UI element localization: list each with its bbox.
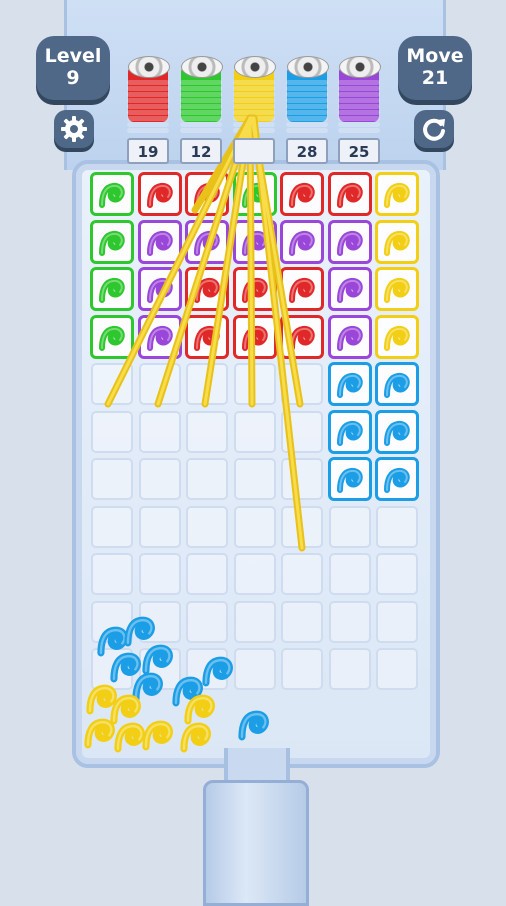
grid-cell [186,600,228,643]
grid-cell [91,505,133,548]
yarn-tile-blue[interactable] [327,409,372,454]
yarn-tile-purple[interactable] [137,219,182,264]
yarn-tile-red[interactable] [185,314,229,359]
yarn-tile-yellow[interactable] [375,172,419,216]
grid-cell [186,505,228,548]
yarn-tile-green[interactable] [90,172,134,216]
yarn-tile-yellow[interactable] [375,314,419,359]
grid-cell [91,458,133,500]
spool-count-blue: 28 [286,138,328,164]
spool-count-red: 19 [127,138,169,164]
move-value: 21 [421,67,449,89]
grid-cell [376,505,418,548]
yarn-tile-blue[interactable] [327,457,372,501]
yarn-tile-red[interactable] [327,172,372,216]
yarn-tile-green[interactable] [90,267,134,311]
yarn-tile-red[interactable] [232,267,277,311]
grid-cell [233,505,276,548]
grid-cell [186,553,228,595]
fallen-yarn-blue [200,652,238,690]
grid-cell [91,363,133,405]
move-counter: Move 21 [398,36,472,100]
yarn-tile-green[interactable] [90,314,134,359]
spool-count-green: 12 [180,138,222,164]
grid-cell [281,458,323,500]
grid-cell [138,505,181,548]
grid-cell [281,553,323,595]
grid-cell [281,410,323,453]
yarn-tile-red[interactable] [280,314,324,359]
grid-cell [281,600,323,643]
fallen-yarn-yellow [178,718,216,756]
yarn-tile-purple[interactable] [280,219,324,264]
grid-cell [376,648,418,690]
grid-cell [186,363,228,405]
yarn-tile-red[interactable] [280,172,324,216]
drain-tube [203,780,309,906]
yarn-tile-purple[interactable] [327,219,372,264]
grid-cell [281,363,323,405]
yarn-tile-blue[interactable] [327,362,372,406]
grid-cell [233,648,276,690]
grid-cell [376,553,418,595]
grid-cell [328,648,371,690]
yarn-tile-red[interactable] [185,172,229,216]
grid-cell [233,553,276,595]
yarn-tile-purple[interactable] [137,314,182,359]
grid-cell [328,505,371,548]
yarn-tile-purple[interactable] [185,219,229,264]
spool-count-yellow [233,138,275,164]
yarn-tile-red[interactable] [185,267,229,311]
yarn-tile-blue[interactable] [375,409,419,454]
yarn-tile-blue[interactable] [375,362,419,406]
yarn-tile-blue[interactable] [375,457,419,501]
grid-cell [91,410,133,453]
yarn-tile-purple[interactable] [232,219,277,264]
fallen-yarn-yellow [140,716,178,754]
grid-cell [328,553,371,595]
level-value: 9 [66,67,80,89]
grid-cell [281,505,323,548]
yarn-tile-purple[interactable] [327,267,372,311]
yarn-tile-purple[interactable] [327,314,372,359]
grid-cell [376,600,418,643]
grid-cell [186,458,228,500]
grid-cell [328,600,371,643]
grid-cell [138,363,181,405]
grid-cell [233,410,276,453]
level-label: Level [44,45,102,67]
grid-cell [233,363,276,405]
grid-cell [233,600,276,643]
yarn-tile-yellow[interactable] [375,267,419,311]
move-label: Move [406,45,464,67]
fallen-yarn-blue [236,706,274,744]
grid-cell [138,458,181,500]
yarn-tile-red[interactable] [137,172,182,216]
grid-cell [91,553,133,595]
yarn-tile-red[interactable] [280,267,324,311]
level-indicator: Level 9 [36,36,110,100]
grid-cell [233,458,276,500]
yarn-tile-red[interactable] [232,314,277,359]
yarn-tile-green[interactable] [90,219,134,264]
spool-count-purple: 25 [338,138,380,164]
grid-cell [186,410,228,453]
yarn-tile-yellow[interactable] [375,219,419,264]
yarn-tile-green[interactable] [232,172,277,216]
gear-icon [61,116,87,142]
grid-cell [281,648,323,690]
restart-button[interactable] [414,110,454,148]
restart-icon [423,118,445,141]
grid-cell [138,553,181,595]
grid-cell [138,410,181,453]
yarn-tile-purple[interactable] [137,267,182,311]
settings-button[interactable] [54,110,94,148]
